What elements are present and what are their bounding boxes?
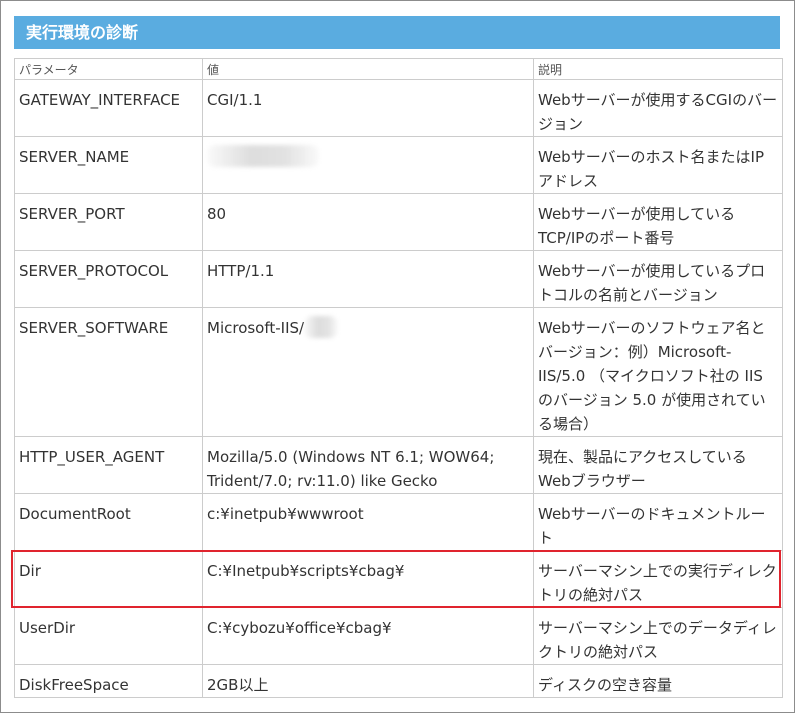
param-cell: SERVER_PORT [14,193,203,251]
value-cell [202,136,534,194]
description-cell: Webサーバーのソフトウェア名とバージョン：例）Microsoft-IIS/5.… [533,307,783,437]
header-value: 値 [202,58,534,80]
page-title: 実行環境の診断 [14,16,780,49]
redacted-blur [304,316,339,338]
description-cell: Webサーバーのドキュメントルート [533,493,783,551]
value-cell: Mozilla/5.0 (Windows NT 6.1; WOW64; Trid… [202,436,534,494]
value-cell: 2GB以上 [202,664,534,698]
software-value: Microsoft-IIS/ [207,319,305,337]
description-cell: サーバーマシン上での実行ディレクトリの絶対パス [533,550,783,608]
table-row-http-user-agent: HTTP_USER_AGENT Mozilla/5.0 (Windows NT … [14,436,783,494]
param-cell: UserDir [14,607,203,665]
description-cell: Webサーバーが使用するCGIのバージョン [533,79,783,137]
table-row-document-root: DocumentRoot c:¥inetpub¥wwwroot Webサーバーの… [14,493,783,551]
table-row-server-software: SERVER_SOFTWARE Microsoft-IIS/ Webサーバーのソ… [14,307,783,437]
param-cell: SERVER_NAME [14,136,203,194]
param-cell: SERVER_PROTOCOL [14,250,203,308]
value-cell: CGI/1.1 [202,79,534,137]
param-cell: GATEWAY_INTERFACE [14,79,203,137]
diagnostics-table: パラメータ 値 説明 GATEWAY_INTERFACE CGI/1.1 Web… [14,58,783,698]
redacted-blur [207,145,319,167]
value-cell: HTTP/1.1 [202,250,534,308]
param-cell: DiskFreeSpace [14,664,203,698]
table-row-server-port: SERVER_PORT 80 Webサーバーが使用しているTCP/IPのポート番… [14,193,783,251]
table-row-dir: Dir C:¥Inetpub¥scripts¥cbag¥ サーバーマシン上での実… [14,550,783,608]
value-cell: 80 [202,193,534,251]
table-row-disk-free-space: DiskFreeSpace 2GB以上 ディスクの空き容量 [14,664,783,698]
description-cell: 現在、製品にアクセスしているWebブラウザー [533,436,783,494]
table-row-user-dir: UserDir C:¥cybozu¥office¥cbag¥ サーバーマシン上で… [14,607,783,665]
header-description: 説明 [533,58,783,80]
header-parameter: パラメータ [14,58,203,80]
description-cell: Webサーバーが使用しているTCP/IPのポート番号 [533,193,783,251]
param-cell: DocumentRoot [14,493,203,551]
table-header-row: パラメータ 値 説明 [14,58,783,80]
value-cell: C:¥cybozu¥office¥cbag¥ [202,607,534,665]
table-row-server-protocol: SERVER_PROTOCOL HTTP/1.1 Webサーバーが使用しているプ… [14,250,783,308]
table-row-server-name: SERVER_NAME Webサーバーのホスト名またはIPアドレス [14,136,783,194]
param-cell: Dir [14,550,203,608]
description-cell: ディスクの空き容量 [533,664,783,698]
value-cell: c:¥inetpub¥wwwroot [202,493,534,551]
table-row-gateway-interface: GATEWAY_INTERFACE CGI/1.1 Webサーバーが使用するCG… [14,79,783,137]
description-cell: サーバーマシン上でのデータディレクトリの絶対パス [533,607,783,665]
param-cell: SERVER_SOFTWARE [14,307,203,437]
value-cell: C:¥Inetpub¥scripts¥cbag¥ [202,550,534,608]
param-cell: HTTP_USER_AGENT [14,436,203,494]
description-cell: Webサーバーが使用しているプロトコルの名前とバージョン [533,250,783,308]
description-cell: Webサーバーのホスト名またはIPアドレス [533,136,783,194]
value-cell: Microsoft-IIS/ [202,307,534,437]
